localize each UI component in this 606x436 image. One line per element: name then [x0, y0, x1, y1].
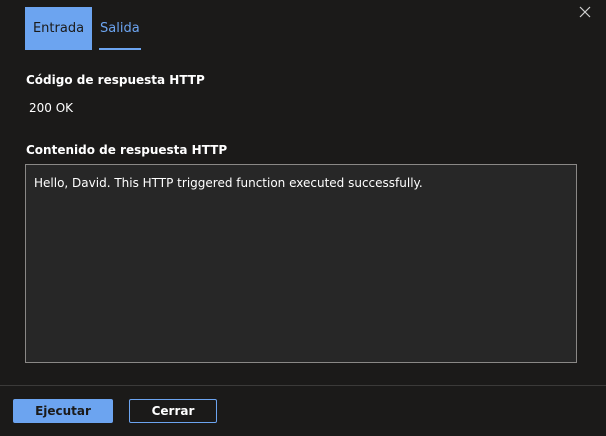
response-content-label: Contenido de respuesta HTTP — [26, 143, 228, 157]
tab-input[interactable]: Entrada — [25, 7, 92, 50]
response-code-label: Código de respuesta HTTP — [26, 73, 205, 87]
close-icon — [579, 6, 591, 18]
tab-output[interactable]: Salida — [99, 7, 141, 50]
close-button[interactable]: Cerrar — [129, 399, 217, 423]
test-run-panel: Entrada Salida Código de respuesta HTTP … — [0, 0, 606, 436]
close-panel-button[interactable] — [576, 3, 594, 21]
response-content-box[interactable]: Hello, David. This HTTP triggered functi… — [25, 164, 577, 363]
run-button[interactable]: Ejecutar — [13, 399, 113, 423]
response-code-value: 200 OK — [29, 101, 74, 115]
tab-bar: Entrada Salida — [25, 7, 141, 50]
footer-divider — [0, 385, 606, 386]
